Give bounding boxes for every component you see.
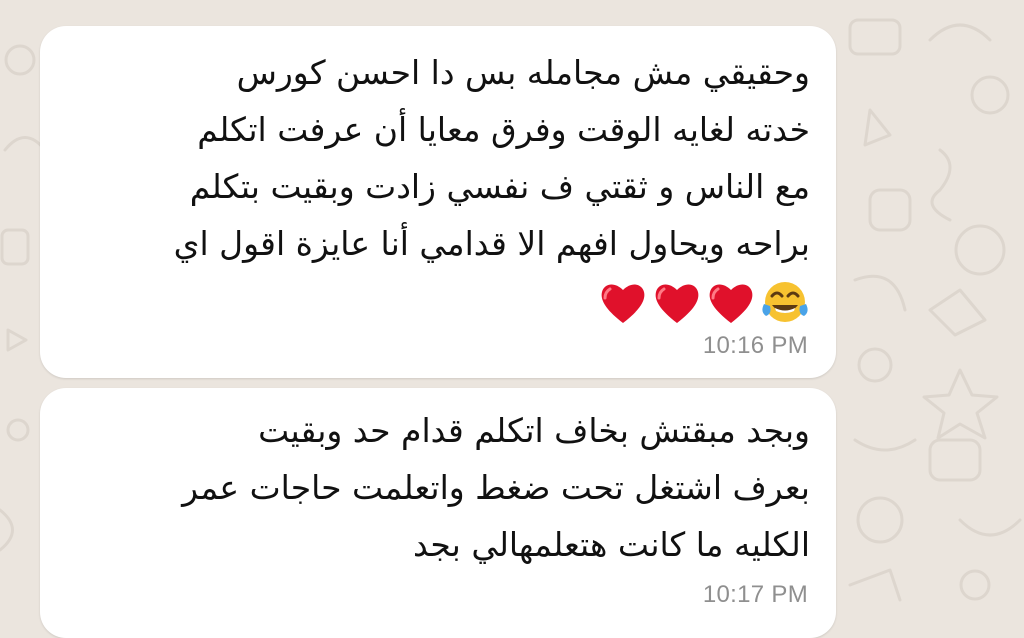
- tears-of-joy-icon: [762, 281, 808, 322]
- message-timestamp: 10:17 PM: [702, 581, 808, 608]
- heart-icon: [601, 283, 645, 323]
- message-line: وبجد مبقتش بخاف اتكلم قدام حد وبقيت: [258, 411, 810, 450]
- message-line: خدته لغايه الوقت وفرق معايا أن عرفت اتكل…: [197, 110, 810, 149]
- message-line: بعرف اشتغل تحت ضغط واتعلمت حاجات عمر: [182, 468, 810, 507]
- message-line: مع الناس و ثقتي ف نفسي زادت وبقيت بتكلم: [189, 167, 810, 206]
- message-timestamp: 10:16 PM: [702, 332, 808, 359]
- message-text: وبجد مبقتش بخاف اتكلم قدام حد وبقيت بعرف…: [182, 402, 810, 573]
- heart-icon: [655, 283, 699, 323]
- message-bubble[interactable]: وحقيقي مش مجامله بس دا احسن كورس خدته لغ…: [40, 26, 836, 378]
- message-bubble[interactable]: وبجد مبقتش بخاف اتكلم قدام حد وبقيت بعرف…: [40, 388, 836, 638]
- emoji-row: [174, 272, 810, 329]
- message-line: وحقيقي مش مجامله بس دا احسن كورس: [236, 53, 810, 92]
- heart-icon: [709, 283, 753, 323]
- chat-area: وحقيقي مش مجامله بس دا احسن كورس خدته لغ…: [0, 0, 1024, 638]
- message-text: وحقيقي مش مجامله بس دا احسن كورس خدته لغ…: [174, 44, 810, 329]
- message-line: براحه ويحاول افهم الا قدامي أنا عايزة اق…: [173, 224, 810, 263]
- message-line: الكليه ما كانت هتعلمهالي بجد: [413, 525, 810, 564]
